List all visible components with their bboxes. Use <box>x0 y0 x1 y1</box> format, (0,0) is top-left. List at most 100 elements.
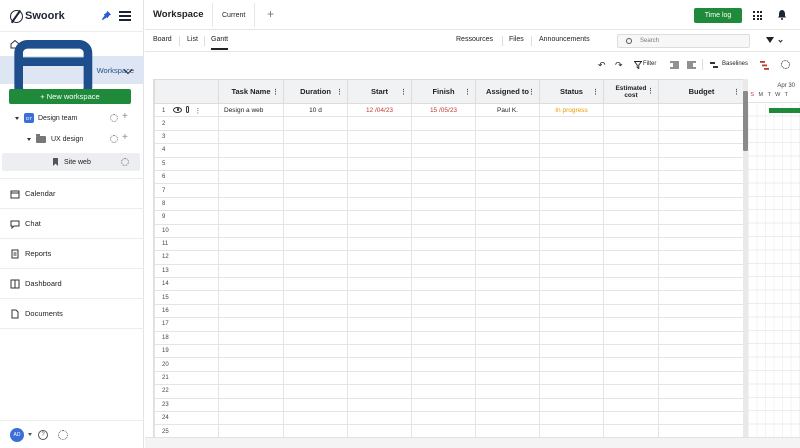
budget-cell[interactable] <box>658 236 743 252</box>
estimated-cost-cell[interactable] <box>603 143 659 158</box>
column-header-start[interactable]: Start ⋮ <box>347 79 412 104</box>
start-cell[interactable] <box>347 183 412 198</box>
budget-cell[interactable] <box>658 384 743 399</box>
tab-gantt[interactable]: Gantt <box>211 36 229 50</box>
budget-cell[interactable] <box>658 357 743 372</box>
row-number[interactable]: 24 <box>154 410 219 426</box>
horizontal-scrollbar[interactable] <box>145 437 800 448</box>
start-cell[interactable] <box>347 156 412 171</box>
budget-cell[interactable] <box>658 263 743 279</box>
column-header-task-name[interactable]: Task Name ⋮ <box>218 79 284 104</box>
column-menu-icon[interactable]: ⋮ <box>464 88 471 96</box>
duration-cell[interactable] <box>283 370 348 386</box>
assigned-cell[interactable] <box>475 263 540 279</box>
column-menu-icon[interactable]: ⋮ <box>528 88 535 96</box>
status-cell[interactable] <box>539 277 604 292</box>
duration-cell[interactable] <box>283 156 348 171</box>
budget-cell[interactable] <box>658 196 743 212</box>
table-row[interactable]: 10 <box>154 223 743 238</box>
task-name-cell[interactable] <box>218 303 284 319</box>
budget-cell[interactable] <box>658 156 743 171</box>
sidebar-item-calendar[interactable]: Calendar <box>0 179 144 209</box>
task-name-cell[interactable] <box>218 263 284 279</box>
estimated-cost-cell[interactable] <box>603 370 659 386</box>
assigned-cell[interactable] <box>475 317 540 332</box>
task-name-cell[interactable] <box>218 410 284 426</box>
budget-cell[interactable] <box>658 129 743 145</box>
column-header-budget[interactable]: Budget ⋮ <box>658 79 743 104</box>
assigned-cell[interactable] <box>475 330 540 346</box>
settings-icon[interactable] <box>110 135 118 143</box>
status-cell[interactable] <box>539 330 604 346</box>
status-cell[interactable] <box>539 384 604 399</box>
table-row[interactable]: 7 <box>154 183 743 198</box>
status-cell[interactable] <box>539 169 604 185</box>
task-name-cell[interactable] <box>218 317 284 332</box>
assigned-cell[interactable] <box>475 223 540 238</box>
finish-cell[interactable] <box>411 344 476 359</box>
task-name-cell[interactable] <box>218 129 284 145</box>
assigned-cell[interactable] <box>475 303 540 319</box>
finish-cell[interactable] <box>411 317 476 332</box>
assigned-cell[interactable] <box>475 210 540 225</box>
table-row[interactable]: 25 <box>154 424 743 437</box>
assigned-cell[interactable] <box>475 357 540 372</box>
task-name-cell[interactable] <box>218 277 284 292</box>
start-cell[interactable] <box>347 143 412 158</box>
estimated-cost-cell[interactable] <box>603 183 659 198</box>
duration-cell[interactable] <box>283 129 348 145</box>
row-number[interactable]: 17 <box>154 317 219 332</box>
table-row[interactable]: 24 <box>154 410 743 426</box>
table-row[interactable]: 6 <box>154 169 743 185</box>
table-row[interactable]: 15 <box>154 290 743 305</box>
status-cell[interactable] <box>539 424 604 437</box>
row-number[interactable]: 25 <box>154 424 219 437</box>
table-row[interactable]: 5 <box>154 156 743 171</box>
duration-cell[interactable] <box>283 344 348 359</box>
task-name-cell[interactable] <box>218 290 284 305</box>
start-cell[interactable] <box>347 236 412 252</box>
settings-icon[interactable] <box>121 158 129 166</box>
task-name-cell[interactable] <box>218 169 284 185</box>
status-cell[interactable] <box>539 156 604 171</box>
row-number[interactable]: 10 <box>154 223 219 238</box>
table-row[interactable]: 11 <box>154 236 743 252</box>
duration-cell[interactable] <box>283 169 348 185</box>
finish-cell[interactable] <box>411 169 476 185</box>
swoork-logo[interactable]: Swoork <box>10 9 65 23</box>
add-icon[interactable]: + <box>122 133 128 143</box>
finish-cell[interactable] <box>411 290 476 305</box>
finish-cell[interactable] <box>411 410 476 426</box>
tree-item-site-web-content[interactable]: Site web <box>0 153 144 171</box>
estimated-cost-cell[interactable] <box>603 263 659 279</box>
filter-button[interactable]: Filter <box>643 61 656 67</box>
table-row[interactable]: 19 <box>154 344 743 359</box>
assigned-cell[interactable] <box>475 290 540 305</box>
duration-cell[interactable] <box>283 397 348 412</box>
start-cell[interactable] <box>347 290 412 305</box>
task-name-cell[interactable] <box>218 183 284 198</box>
task-name-cell[interactable] <box>218 210 284 225</box>
task-name-cell[interactable] <box>218 156 284 171</box>
start-cell[interactable] <box>347 303 412 319</box>
status-cell[interactable] <box>539 344 604 359</box>
start-cell[interactable] <box>347 397 412 412</box>
status-cell[interactable] <box>539 397 604 412</box>
estimated-cost-cell[interactable] <box>603 102 659 118</box>
status-cell[interactable] <box>539 370 604 386</box>
search-input[interactable]: Search <box>617 34 750 48</box>
new-workspace-button[interactable]: + New workspace <box>9 89 131 104</box>
estimated-cost-cell[interactable] <box>603 317 659 332</box>
finish-cell[interactable] <box>411 277 476 292</box>
task-name-cell[interactable] <box>218 384 284 399</box>
duration-cell[interactable] <box>283 357 348 372</box>
row-number[interactable]: 9 <box>154 210 219 225</box>
sidebar-item-workspace[interactable]: Workspace <box>0 39 144 101</box>
estimated-cost-cell[interactable] <box>603 210 659 225</box>
estimated-cost-cell[interactable] <box>603 384 659 399</box>
column-header-status[interactable]: Status ⋮ <box>539 79 604 104</box>
task-name-cell[interactable]: Design a web <box>218 102 284 118</box>
budget-cell[interactable] <box>658 250 743 265</box>
redo-icon[interactable]: ↷ <box>615 60 623 71</box>
start-cell[interactable] <box>347 223 412 238</box>
